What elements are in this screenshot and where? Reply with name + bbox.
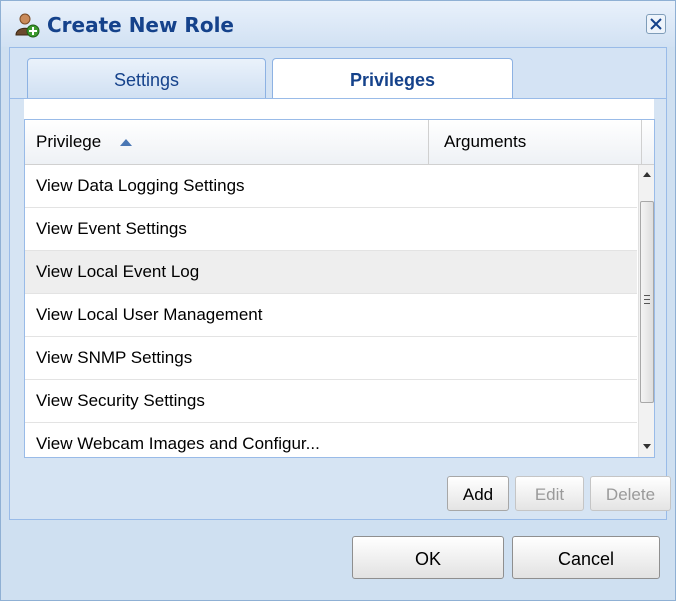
create-role-dialog: Create New Role Settings Privileges Priv… xyxy=(0,0,676,601)
tab-settings[interactable]: Settings xyxy=(27,58,266,100)
sort-ascending-icon xyxy=(120,139,132,146)
ok-button-label: OK xyxy=(414,549,441,569)
table-row[interactable]: View Data Logging Settings xyxy=(25,165,637,208)
privilege-cell: View Data Logging Settings xyxy=(36,176,245,195)
edit-button-label: Edit xyxy=(534,485,565,504)
tab-strip: Settings Privileges xyxy=(9,47,667,101)
privilege-cell: View Event Settings xyxy=(36,219,187,238)
cancel-button[interactable]: Cancel xyxy=(512,536,660,579)
arrow-down-icon xyxy=(643,444,651,449)
close-button[interactable] xyxy=(646,14,666,34)
privilege-cell: View Local User Management xyxy=(36,305,263,324)
panel-top-strip xyxy=(24,99,654,119)
column-header-privilege-label: Privilege xyxy=(36,132,102,151)
privilege-cell: View Webcam Images and Configur... xyxy=(36,434,320,453)
ok-button[interactable]: OK xyxy=(352,536,504,579)
privilege-cell: View Security Settings xyxy=(36,391,205,410)
tab-privileges[interactable]: Privileges xyxy=(272,58,513,101)
close-icon xyxy=(650,18,662,30)
grid-rows: View Data Logging Settings View Event Se… xyxy=(25,165,637,457)
column-header-privilege[interactable]: Privilege xyxy=(25,120,429,164)
add-button[interactable]: Add xyxy=(447,476,509,511)
table-row[interactable]: View Webcam Images and Configur... xyxy=(25,423,637,457)
user-add-icon xyxy=(15,13,40,38)
privileges-grid: Privilege Arguments View Data Logging Se… xyxy=(24,119,655,458)
table-row[interactable]: View Local Event Log xyxy=(25,251,637,294)
column-header-arguments-label: Arguments xyxy=(444,132,527,151)
grid-scrollbar[interactable] xyxy=(638,165,654,457)
delete-button-label: Delete xyxy=(605,485,656,504)
title-bar[interactable]: Create New Role xyxy=(1,1,675,47)
add-button-label: Add xyxy=(462,485,494,504)
table-row[interactable]: View SNMP Settings xyxy=(25,337,637,380)
tab-privileges-label: Privileges xyxy=(349,70,436,90)
cancel-button-label: Cancel xyxy=(557,549,615,569)
edit-button[interactable]: Edit xyxy=(515,476,584,511)
privilege-cell: View Local Event Log xyxy=(36,262,200,281)
privilege-cell: View SNMP Settings xyxy=(36,348,193,367)
privileges-panel: Privilege Arguments View Data Logging Se… xyxy=(9,98,671,520)
column-header-arguments[interactable]: Arguments xyxy=(429,120,642,164)
grip-icon xyxy=(644,295,650,304)
delete-button[interactable]: Delete xyxy=(590,476,671,511)
arrow-up-icon xyxy=(643,172,651,177)
scroll-down-button[interactable] xyxy=(639,437,654,457)
scroll-thumb[interactable] xyxy=(640,201,654,403)
scroll-up-button[interactable] xyxy=(639,165,654,185)
dialog-title: Create New Role xyxy=(47,13,234,37)
table-row[interactable]: View Event Settings xyxy=(25,208,637,251)
table-row[interactable]: View Security Settings xyxy=(25,380,637,423)
grid-header: Privilege Arguments xyxy=(25,120,654,165)
tab-settings-label: Settings xyxy=(113,70,180,90)
table-row[interactable]: View Local User Management xyxy=(25,294,637,337)
